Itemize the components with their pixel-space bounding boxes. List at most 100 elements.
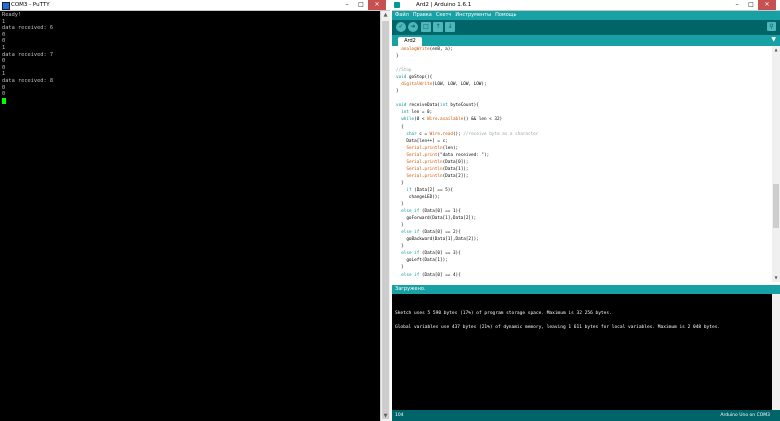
tab-ard2[interactable]: Ard2 xyxy=(398,37,422,46)
scroll-down-icon[interactable]: ▼ xyxy=(381,412,390,421)
terminal-line: 0 xyxy=(2,31,6,38)
code-line: Serial.println(Data[1]); xyxy=(406,166,469,172)
tab-menu-icon[interactable]: ▼ xyxy=(771,36,776,43)
code-line: } xyxy=(396,180,404,186)
terminal-cursor xyxy=(2,97,6,104)
code-line: else if (Data[0] == 3){ xyxy=(401,251,461,257)
code-line: changeLED(); xyxy=(396,194,440,200)
output-console[interactable]: Sketch uses 5 590 bytes (17%) of program… xyxy=(392,294,772,410)
code-line: goLeft(Data[1]); xyxy=(396,258,448,264)
code-line: char c = Wire.read(); //receive byte as … xyxy=(406,131,539,137)
code-line: digitalWrite(LOW, LOW, LOW, LOW); xyxy=(401,82,487,88)
code-line: if (Data[2] == 5){ xyxy=(406,187,453,193)
maximize-icon[interactable]: □ xyxy=(354,0,368,10)
ide-menubar: Файл Правка Скетч Инструменты Помощь xyxy=(392,11,780,20)
code-line: { xyxy=(396,124,404,130)
close-icon[interactable]: ✕ xyxy=(758,0,776,10)
console-line: Global variables use 437 bytes (21%) of … xyxy=(395,325,721,330)
menu-edit[interactable]: Правка xyxy=(413,11,432,20)
scroll-up-icon[interactable]: ▲ xyxy=(772,46,780,54)
open-button[interactable]: ↑ xyxy=(433,22,443,32)
maximize-icon[interactable]: □ xyxy=(744,0,758,10)
terminal-cursor-line xyxy=(2,97,378,107)
code-lines: analogWrite(enB, a);} //Stop void goStop()… xyxy=(392,46,772,279)
code-line: Serial.print("data received: "); xyxy=(406,152,490,158)
arduino-ide-window: Ard2 | Arduino 1.6.1 – □ ✕ Файл Правка С… xyxy=(392,0,780,421)
terminal-line: data received: 6 xyxy=(2,25,54,32)
scroll-down-icon[interactable]: ▼ xyxy=(772,274,780,282)
arrow-down-icon: ↓ xyxy=(447,23,453,30)
code-line: } xyxy=(396,89,399,95)
code-line: } xyxy=(396,54,399,60)
ide-titlebar[interactable]: Ard2 | Arduino 1.6.1 – □ ✕ xyxy=(392,0,780,11)
upload-button[interactable]: ➜ xyxy=(408,22,418,32)
arduino-app-icon xyxy=(394,2,400,8)
code-line: while(0 < Wire.available() && len < 32) xyxy=(401,117,503,123)
minimize-icon[interactable]: – xyxy=(730,0,744,10)
terminal-line: 1 xyxy=(2,44,6,51)
menu-sketch[interactable]: Скетч xyxy=(436,11,451,20)
scroll-up-icon[interactable]: ▲ xyxy=(381,11,390,20)
save-button[interactable]: ↓ xyxy=(445,22,455,32)
code-line: Serial.println(Data[0]); xyxy=(406,159,469,165)
arrow-up-icon: ↑ xyxy=(435,23,441,30)
status-text: Загружено. xyxy=(395,286,426,292)
code-line: void receiveData(int byteCount){ xyxy=(396,103,479,109)
code-line: Data[len++] = c; xyxy=(396,138,448,144)
terminal-line: data received: 8 xyxy=(2,77,54,84)
ide-footer: 104 Arduino Uno on COM3 xyxy=(392,410,780,421)
new-button[interactable]: □ xyxy=(421,22,431,32)
code-line: } xyxy=(396,265,404,271)
putty-window: COM3 - PuTTY – □ ✕ Ready! 1 data received:… xyxy=(0,0,390,421)
code-line: } xyxy=(396,202,404,208)
putty-app-icon xyxy=(2,2,10,10)
verify-button[interactable]: ✓ xyxy=(396,22,406,32)
terminal-line: data received: 7 xyxy=(2,51,54,58)
code-line: else if (Data[0] == 1){ xyxy=(401,209,461,215)
terminal-line: 0 xyxy=(2,58,6,65)
serial-monitor-button[interactable]: ⚲ xyxy=(767,22,776,31)
code-line: int len = 0; xyxy=(401,110,433,116)
terminal-line: 0 xyxy=(2,64,6,71)
scroll-thumb[interactable] xyxy=(773,184,779,228)
arrow-right-icon: ➜ xyxy=(410,23,416,30)
ide-tabbar: Ard2 ▼ xyxy=(392,35,780,46)
menu-file[interactable]: Файл xyxy=(395,11,409,20)
console-scrollbar[interactable] xyxy=(772,294,780,410)
terminal-line: 1 xyxy=(2,71,6,78)
line-number: 104 xyxy=(395,413,404,418)
terminal-line: 1 xyxy=(2,18,6,25)
code-line: Serial.println(Data[2]); xyxy=(406,173,469,179)
code-line: //Stop xyxy=(396,68,412,74)
code-line: void goStop(){ xyxy=(396,75,433,81)
code-line: analogWrite(enB, a); xyxy=(401,47,453,52)
code-line: else if (Data[0] == 2){ xyxy=(401,230,461,236)
close-icon[interactable]: ✕ xyxy=(368,0,386,10)
ide-title: Ard2 | Arduino 1.6.1 xyxy=(416,2,472,8)
magnifier-icon: ⚲ xyxy=(769,23,774,30)
code-line: Serial.println(len); xyxy=(406,145,459,151)
console-line: Sketch uses 5 590 bytes (17%) of program… xyxy=(395,311,612,316)
terminal-line: 0 xyxy=(2,38,6,45)
minimize-icon[interactable]: – xyxy=(340,0,354,10)
putty-terminal[interactable]: Ready! 1 data received: 6 0 0 1 data received:… xyxy=(2,12,378,419)
editor-scrollbar[interactable]: ▲ ▼ xyxy=(772,46,780,282)
putty-scrollbar[interactable]: ▲ ▼ xyxy=(380,11,390,421)
checkmark-icon: ✓ xyxy=(398,23,404,30)
code-line: goBackward(Data[1],Data[2]); xyxy=(396,237,479,243)
code-editor[interactable]: analogWrite(enB, a);} //Stop void goStop()… xyxy=(392,46,772,282)
putty-titlebar[interactable]: COM3 - PuTTY – □ ✕ xyxy=(0,0,390,11)
menu-tools[interactable]: Инструменты xyxy=(455,11,491,20)
code-line: else if (Data[0] == 4){ xyxy=(401,272,461,278)
status-bar: Загружено. xyxy=(392,285,780,294)
putty-window-controls: – □ ✕ xyxy=(340,0,386,10)
putty-title: COM3 - PuTTY xyxy=(11,2,50,8)
scroll-thumb[interactable] xyxy=(382,21,389,419)
new-file-icon: □ xyxy=(423,23,429,30)
terminal-line: 0 xyxy=(2,84,6,91)
code-line: } xyxy=(396,244,404,250)
terminal-line: Ready! xyxy=(2,12,22,18)
menu-help[interactable]: Помощь xyxy=(495,11,516,20)
